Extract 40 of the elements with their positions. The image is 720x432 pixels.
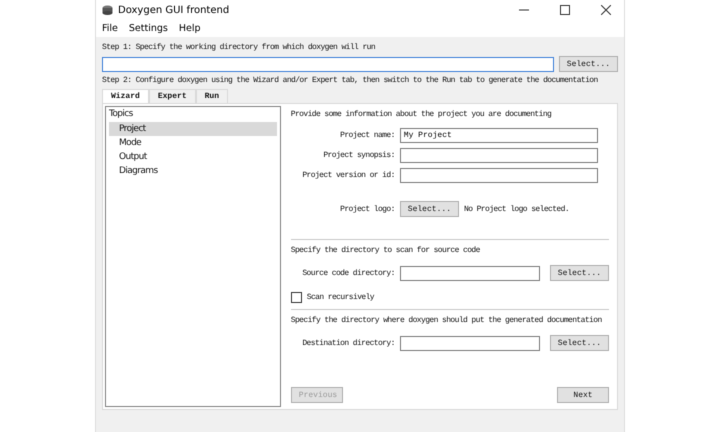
field-label: Destination directory: [301, 338, 395, 348]
select-button[interactable]: Select... [400, 201, 459, 217]
tab[interactable]: Run [196, 89, 228, 103]
text-field[interactable] [400, 266, 540, 280]
text-field[interactable] [400, 168, 598, 182]
select-button[interactable]: Select... [550, 265, 609, 281]
next-button[interactable]: Next [557, 387, 609, 403]
maximize-icon[interactable] [560, 5, 570, 15]
tree-item[interactable]: Output [109, 150, 277, 164]
menu-item[interactable]: Help [178, 23, 201, 34]
menu-item[interactable]: Settings [128, 23, 168, 34]
tree-item[interactable]: Mode [109, 136, 277, 150]
working-directory-field[interactable] [102, 56, 554, 72]
tree-item[interactable]: Project [109, 122, 277, 136]
checkbox-label: Scan recursively [306, 292, 374, 302]
section-intro: Specify the directory where doxygen should put the generated documentation [290, 316, 603, 325]
tree-item[interactable]: Diagrams [109, 164, 277, 178]
field-label: Project name: [339, 130, 395, 140]
select-button[interactable]: Select... [558, 56, 618, 72]
field-label: Project version or id: [301, 170, 395, 180]
menu-item[interactable]: File [102, 23, 118, 34]
field-label: Project logo: [339, 204, 395, 214]
app-icon [102, 5, 113, 15]
tab[interactable]: Wizard [102, 89, 149, 103]
step-label: Step 1: Specify the working directory from which doxygen will run [102, 43, 376, 52]
text-field[interactable]: My Project [400, 128, 598, 142]
close-icon[interactable] [601, 5, 611, 15]
text-field[interactable] [400, 148, 598, 162]
section-intro: Provide some information about the project you are documenting [290, 110, 552, 119]
tab[interactable]: Expert [148, 89, 196, 103]
tree-header: Topics [109, 109, 134, 121]
field-label: Source code directory: [301, 268, 395, 278]
logo-status: No Project logo selected. [464, 204, 570, 214]
field-label: Project synopsis: [322, 150, 395, 160]
text-field[interactable] [400, 336, 540, 350]
section-intro: Specify the directory to scan for source code [290, 246, 481, 255]
window-title: Doxygen GUI frontend [118, 4, 230, 16]
select-button[interactable]: Select... [550, 335, 609, 351]
step-label: Step 2: Configure doxygen using the Wizard and/or Expert tab, then switch to the Run tab to generate the documentation [102, 76, 599, 85]
checkbox[interactable] [290, 292, 302, 302]
